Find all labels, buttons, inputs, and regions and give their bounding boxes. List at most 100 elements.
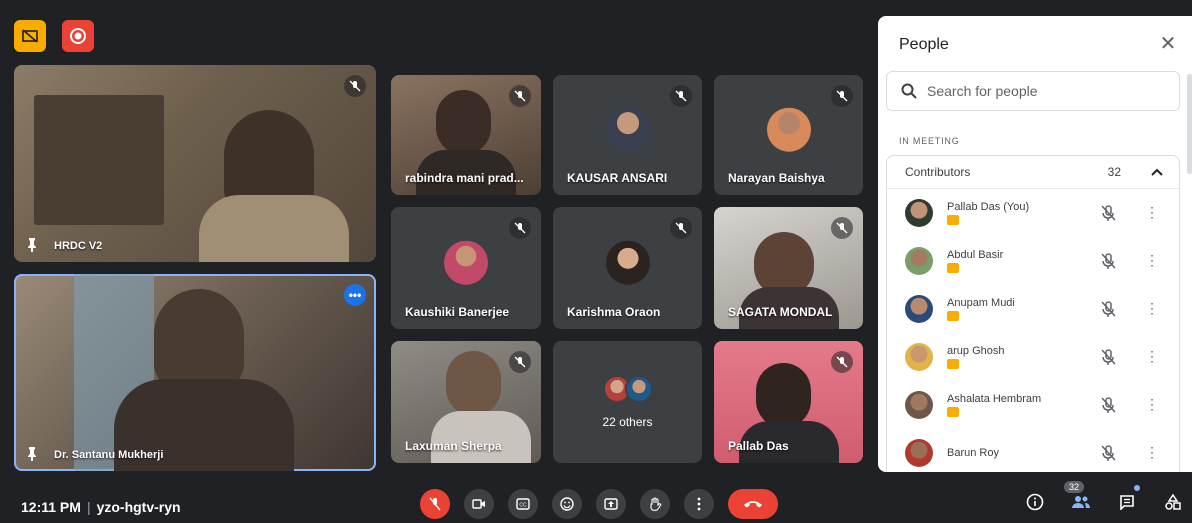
presenting-icon <box>947 311 959 321</box>
mic-off-icon <box>670 85 692 107</box>
mic-off-icon <box>1101 349 1116 365</box>
participant-name: Dr. Santanu Mukherji <box>54 449 164 461</box>
more-vert-icon[interactable]: ⋮ <box>1145 203 1159 221</box>
avatar <box>905 199 933 227</box>
participant-tile-active[interactable]: ••• Dr. Santanu Mukherji <box>14 274 376 471</box>
top-icons <box>14 20 94 52</box>
pin-icon[interactable] <box>26 447 38 461</box>
mic-off-icon <box>670 217 692 239</box>
participant-tile[interactable]: rabindra mani prad... <box>391 75 541 195</box>
people-panel: People ✕ IN MEETING Contributors 32 Pall… <box>878 16 1192 472</box>
person-name: Ashalata Hembram <box>947 393 1042 405</box>
activities-icon <box>1165 493 1181 510</box>
chevron-up-icon[interactable] <box>1147 165 1167 179</box>
participant-tile[interactable]: Karishma Oraon <box>553 207 702 329</box>
person-name: Pallab Das (You) <box>947 201 1030 213</box>
present-button[interactable] <box>596 489 626 519</box>
others-tile[interactable]: 22 others <box>553 341 702 463</box>
chat-button[interactable] <box>1116 485 1140 513</box>
participant-tile[interactable]: Pallab Das <box>714 341 863 463</box>
captions-button[interactable]: CC <box>508 489 538 519</box>
participant-tile[interactable]: HRDC V2 <box>14 65 376 262</box>
participant-tile[interactable]: SAGATA MONDAL <box>714 207 863 329</box>
presenting-icon <box>947 263 959 273</box>
present-screen-icon <box>604 498 618 510</box>
meeting-code: yzo-hgtv-ryn <box>96 499 181 515</box>
more-vert-icon <box>697 497 701 511</box>
more-vert-icon[interactable]: ⋮ <box>1145 251 1159 269</box>
person-row[interactable]: Abdul Basir ⋮ <box>887 237 1179 285</box>
panel-title: People <box>899 36 949 53</box>
more-vert-icon[interactable]: ⋮ <box>1145 395 1159 413</box>
more-vert-icon[interactable]: ⋮ <box>1145 299 1159 317</box>
more-vert-icon[interactable]: ⋮ <box>1145 443 1159 461</box>
leave-call-button[interactable] <box>728 489 778 519</box>
person-row[interactable]: Anupam Mudi ⋮ <box>887 285 1179 333</box>
person-row[interactable]: Barun Roy ⋮ <box>887 429 1179 472</box>
search-input[interactable] <box>927 83 1147 99</box>
people-count-badge: 32 <box>1064 481 1085 493</box>
participant-name: KAUSAR ANSARI <box>567 171 668 185</box>
participant-tile[interactable]: Narayan Baishya <box>714 75 863 195</box>
avatar <box>605 240 650 285</box>
person-row[interactable]: Ashalata Hembram ⋮ <box>887 381 1179 429</box>
pin-icon[interactable] <box>26 238 38 252</box>
participant-name: rabindra mani prad... <box>405 171 524 185</box>
chat-icon <box>1120 495 1134 510</box>
separator: | <box>86 499 91 515</box>
participant-name: Laxuman Sherpa <box>405 439 502 453</box>
record-icon[interactable] <box>62 20 94 52</box>
mic-off-icon <box>344 75 366 97</box>
participant-tile[interactable]: KAUSAR ANSARI <box>553 75 702 195</box>
bottom-bar: 12:11 PM | yzo-hgtv-ryn CC 32 <box>0 481 1192 523</box>
mic-off-icon <box>1101 253 1116 269</box>
raise-hand-button[interactable] <box>640 489 670 519</box>
contributors-group: Contributors 32 Pallab Das (You) ⋮ Abdul… <box>886 155 1180 472</box>
participant-tile[interactable]: Kaushiki Banerjee <box>391 207 541 329</box>
participant-name: Narayan Baishya <box>728 171 825 185</box>
more-options-icon[interactable]: ••• <box>344 284 366 306</box>
others-count-label: 22 others <box>602 415 653 429</box>
more-vert-icon[interactable]: ⋮ <box>1145 347 1159 365</box>
presenting-icon <box>947 215 959 225</box>
mic-off-icon <box>1101 445 1116 461</box>
person-row[interactable]: arup Ghosh ⋮ <box>887 333 1179 381</box>
notification-dot <box>1134 485 1140 491</box>
person-name: Anupam Mudi <box>947 297 1015 309</box>
meeting-info-button[interactable] <box>1024 491 1046 513</box>
participant-name: Kaushiki Banerjee <box>405 305 510 319</box>
info-icon <box>1026 493 1044 511</box>
no-presenter-icon[interactable] <box>14 20 46 52</box>
camera-button[interactable] <box>464 489 494 519</box>
close-icon[interactable]: ✕ <box>1158 34 1178 54</box>
mic-off-icon <box>1101 301 1116 317</box>
participant-tile[interactable]: Laxuman Sherpa <box>391 341 541 463</box>
emoji-button[interactable] <box>552 489 582 519</box>
mic-off-button[interactable] <box>420 489 450 519</box>
meeting-details: 12:11 PM | yzo-hgtv-ryn <box>21 499 181 515</box>
mic-off-icon <box>509 217 531 239</box>
mic-off-icon <box>831 85 853 107</box>
avatar <box>605 107 650 152</box>
mic-off-icon <box>509 351 531 373</box>
others-avatars <box>602 375 653 403</box>
avatar <box>766 107 811 152</box>
more-options-button[interactable] <box>684 489 714 519</box>
participant-name: HRDC V2 <box>54 240 103 252</box>
search-box[interactable] <box>886 71 1180 111</box>
mic-off-icon <box>509 85 531 107</box>
avatar <box>905 295 933 323</box>
panel-scrollbar[interactable] <box>1187 74 1192 174</box>
clock-time: 12:11 PM <box>21 499 81 515</box>
mic-off-icon <box>831 217 853 239</box>
activities-button[interactable] <box>1162 491 1184 513</box>
person-row[interactable]: Pallab Das (You) ⋮ <box>887 189 1179 237</box>
person-name: Barun Roy <box>947 447 999 459</box>
people-button[interactable]: 32 <box>1064 481 1092 513</box>
presenting-icon <box>947 359 959 369</box>
contributors-header[interactable]: Contributors 32 <box>887 156 1179 189</box>
hang-up-icon <box>744 501 762 508</box>
person-name: arup Ghosh <box>947 345 1005 357</box>
participant-name: Karishma Oraon <box>567 305 661 319</box>
avatar <box>444 240 488 285</box>
